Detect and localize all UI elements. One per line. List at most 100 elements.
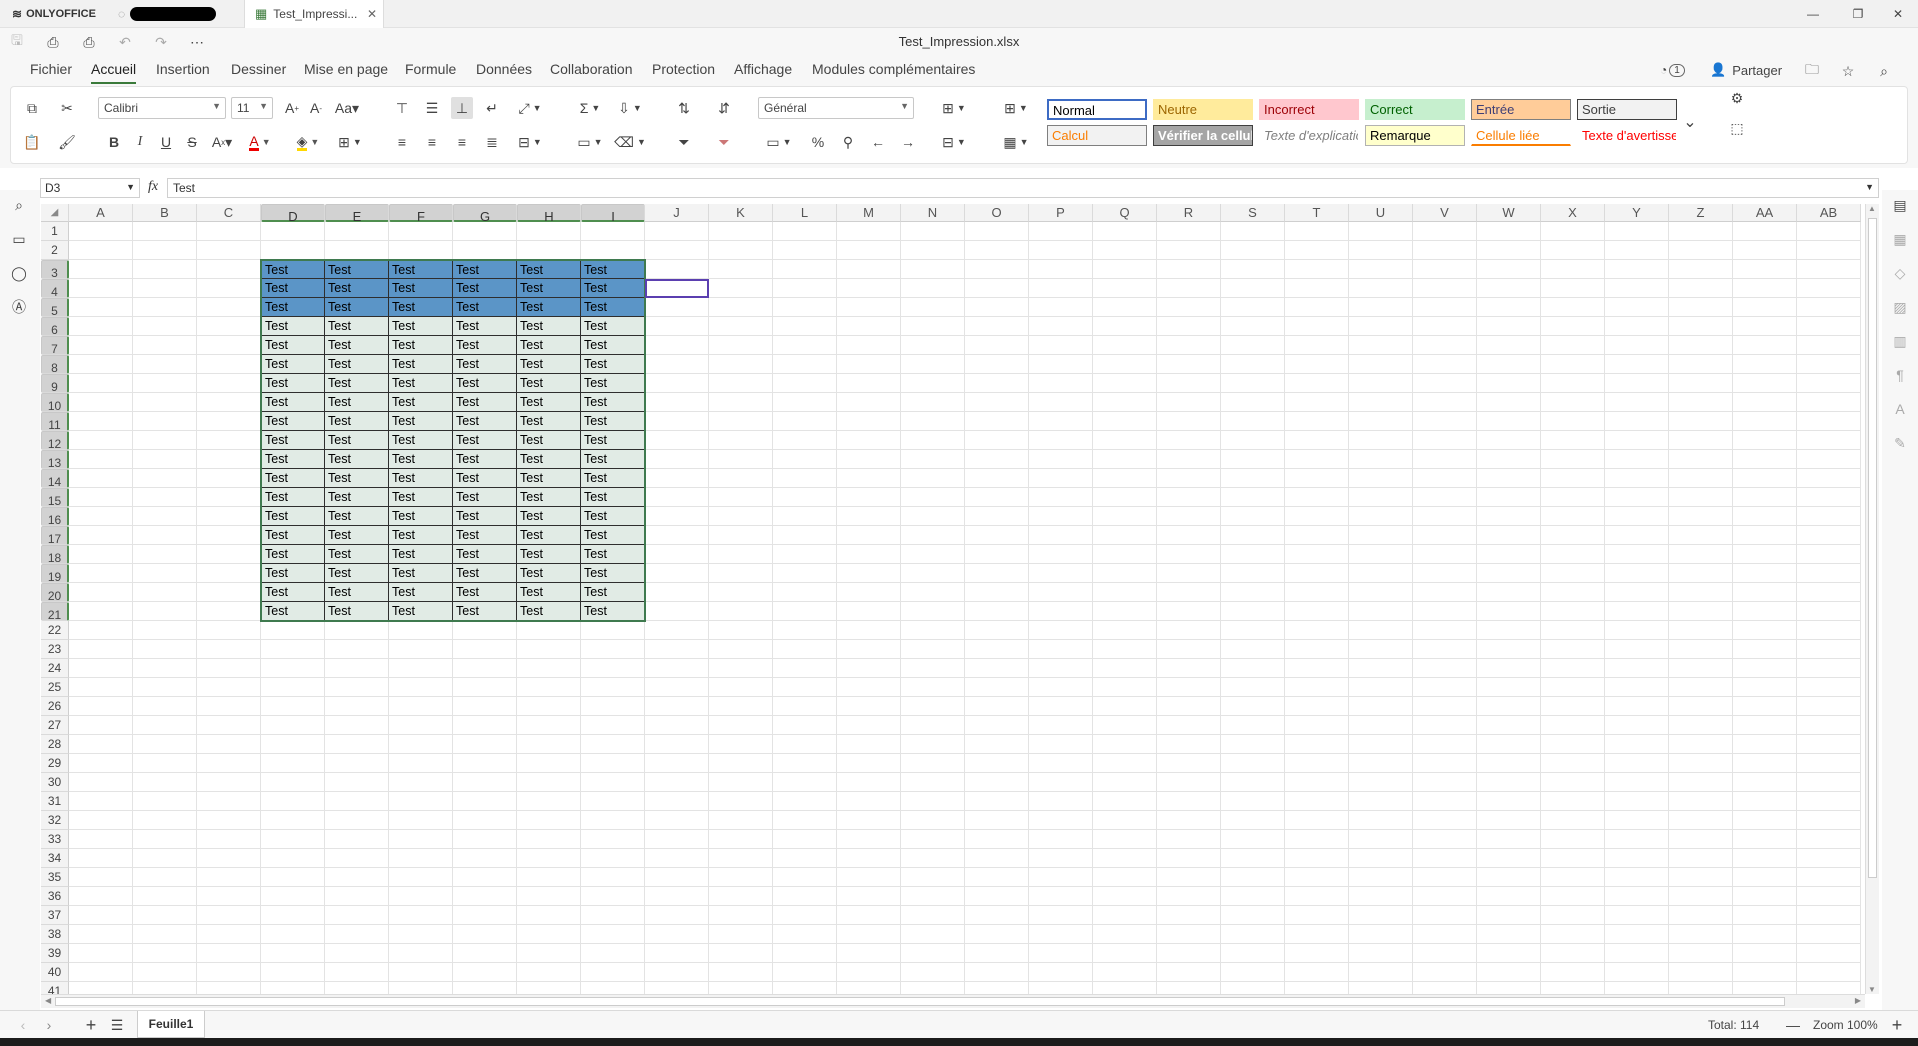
- cell-I21[interactable]: Test: [581, 602, 645, 621]
- cell-style-1[interactable]: Neutre: [1153, 99, 1253, 120]
- cell-E17[interactable]: Test: [325, 526, 389, 545]
- signature-settings-icon[interactable]: ✎: [1889, 432, 1911, 454]
- align-right-icon[interactable]: ≡: [451, 131, 473, 153]
- cell-H7[interactable]: Test: [517, 336, 581, 355]
- cell-F17[interactable]: Test: [389, 526, 453, 545]
- cell-D19[interactable]: Test: [261, 564, 325, 583]
- cell-E10[interactable]: Test: [325, 393, 389, 412]
- cell-D3[interactable]: Test: [261, 260, 325, 279]
- underline-icon[interactable]: U: [155, 131, 177, 153]
- subscript-icon[interactable]: Ax ▾: [207, 131, 237, 153]
- menu-fichier[interactable]: Fichier: [30, 60, 72, 78]
- row-header-20[interactable]: 20: [41, 583, 69, 603]
- cell-F8[interactable]: Test: [389, 355, 453, 374]
- fill-color-icon[interactable]: ◈ ▼: [291, 131, 325, 153]
- cell-G20[interactable]: Test: [453, 583, 517, 602]
- row-header-15[interactable]: 15: [41, 488, 69, 508]
- column-header-D[interactable]: D: [261, 204, 325, 224]
- cell-F15[interactable]: Test: [389, 488, 453, 507]
- scroll-left-icon[interactable]: ◀: [45, 996, 51, 1005]
- row-header-31[interactable]: 31: [41, 792, 69, 811]
- cell-I15[interactable]: Test: [581, 488, 645, 507]
- autosum-icon[interactable]: Σ ▼: [573, 97, 607, 119]
- paragraph-settings-icon[interactable]: ¶: [1889, 364, 1911, 386]
- image-settings-icon[interactable]: ▨: [1889, 296, 1911, 318]
- cell-E20[interactable]: Test: [325, 583, 389, 602]
- cell-E14[interactable]: Test: [325, 469, 389, 488]
- menu-modules[interactable]: Modules complémentaires: [812, 60, 975, 78]
- column-header-G[interactable]: G: [453, 204, 517, 224]
- function-icon[interactable]: fx: [148, 179, 158, 195]
- font-size-select[interactable]: 11 ▼: [231, 97, 273, 119]
- zoom-in-icon[interactable]: +: [1886, 1014, 1908, 1036]
- cell-I11[interactable]: Test: [581, 412, 645, 431]
- align-left-icon[interactable]: ≡: [391, 131, 413, 153]
- cell-style-6[interactable]: Calcul: [1047, 125, 1147, 146]
- row-header-18[interactable]: 18: [41, 545, 69, 565]
- menu-dessiner[interactable]: Dessiner: [231, 60, 286, 78]
- close-window-icon[interactable]: ✕: [1885, 0, 1911, 28]
- text-orientation-icon[interactable]: ⤢ ▼: [513, 97, 547, 119]
- add-sheet-icon[interactable]: +: [80, 1014, 102, 1036]
- cell-style-8[interactable]: Texte d'explication: [1259, 125, 1359, 146]
- spellcheck-icon[interactable]: Ⓐ: [8, 296, 30, 318]
- cell-style-10[interactable]: Cellule liée: [1471, 125, 1571, 146]
- clear-filter-icon[interactable]: ⏷: [713, 131, 735, 153]
- column-header-W[interactable]: W: [1477, 204, 1541, 222]
- column-header-C[interactable]: C: [197, 204, 261, 222]
- cell-F16[interactable]: Test: [389, 507, 453, 526]
- menu-accueil[interactable]: Accueil: [91, 60, 137, 84]
- row-header-33[interactable]: 33: [41, 830, 69, 849]
- row-header-7[interactable]: 7: [41, 336, 69, 356]
- cell-I17[interactable]: Test: [581, 526, 645, 545]
- increase-decimal-icon[interactable]: →: [897, 131, 919, 153]
- hidden-tab[interactable]: ◌: [118, 0, 238, 28]
- row-header-28[interactable]: 28: [41, 735, 69, 754]
- cell-F9[interactable]: Test: [389, 374, 453, 393]
- column-header-U[interactable]: U: [1349, 204, 1413, 222]
- wrap-text-icon[interactable]: ↵: [481, 97, 503, 119]
- cell-E12[interactable]: Test: [325, 431, 389, 450]
- minimize-icon[interactable]: —: [1800, 0, 1826, 28]
- menu-protection[interactable]: Protection: [652, 60, 715, 78]
- menu-collaboration[interactable]: Collaboration: [550, 60, 633, 78]
- paste-icon[interactable]: 📋: [21, 131, 43, 153]
- row-header-5[interactable]: 5: [41, 298, 69, 318]
- insert-cells-icon[interactable]: ⊞ ▼: [999, 97, 1033, 119]
- active-cell-cursor[interactable]: [645, 279, 709, 298]
- borders-icon[interactable]: ⊞ ▼: [333, 131, 367, 153]
- row-header-32[interactable]: 32: [41, 811, 69, 830]
- row-header-34[interactable]: 34: [41, 849, 69, 868]
- restore-icon[interactable]: ❐: [1845, 0, 1871, 28]
- cell-D12[interactable]: Test: [261, 431, 325, 450]
- cell-E11[interactable]: Test: [325, 412, 389, 431]
- cell-D10[interactable]: Test: [261, 393, 325, 412]
- cell-D21[interactable]: Test: [261, 602, 325, 621]
- cell-I18[interactable]: Test: [581, 545, 645, 564]
- row-header-40[interactable]: 40: [41, 963, 69, 982]
- open-location-icon[interactable]: 🗀: [1801, 60, 1823, 82]
- shape-settings-icon[interactable]: ◇: [1889, 262, 1911, 284]
- row-header-36[interactable]: 36: [41, 887, 69, 906]
- filter-icon[interactable]: ⏷: [673, 131, 695, 153]
- document-tab[interactable]: ▦ Test_Impressi... ✕: [244, 0, 384, 28]
- cell-D7[interactable]: Test: [261, 336, 325, 355]
- cell-style-0[interactable]: Normal: [1047, 99, 1147, 120]
- change-case-icon[interactable]: Aa▾: [331, 97, 363, 119]
- cell-E7[interactable]: Test: [325, 336, 389, 355]
- cell-G9[interactable]: Test: [453, 374, 517, 393]
- align-middle-icon[interactable]: ☰: [421, 97, 443, 119]
- conditional-format-icon[interactable]: ⊞ ▼: [937, 97, 971, 119]
- cell-H21[interactable]: Test: [517, 602, 581, 621]
- cell-I20[interactable]: Test: [581, 583, 645, 602]
- cell-F7[interactable]: Test: [389, 336, 453, 355]
- cell-D20[interactable]: Test: [261, 583, 325, 602]
- row-header-21[interactable]: 21: [41, 602, 69, 622]
- cell-style-4[interactable]: Entrée: [1471, 99, 1571, 120]
- cell-H8[interactable]: Test: [517, 355, 581, 374]
- cell-I14[interactable]: Test: [581, 469, 645, 488]
- vertical-scrollbar[interactable]: ▲ ▼: [1865, 204, 1879, 994]
- cell-D5[interactable]: Test: [261, 298, 325, 317]
- row-header-35[interactable]: 35: [41, 868, 69, 887]
- app-tab[interactable]: ≋ ONLYOFFICE: [12, 0, 96, 28]
